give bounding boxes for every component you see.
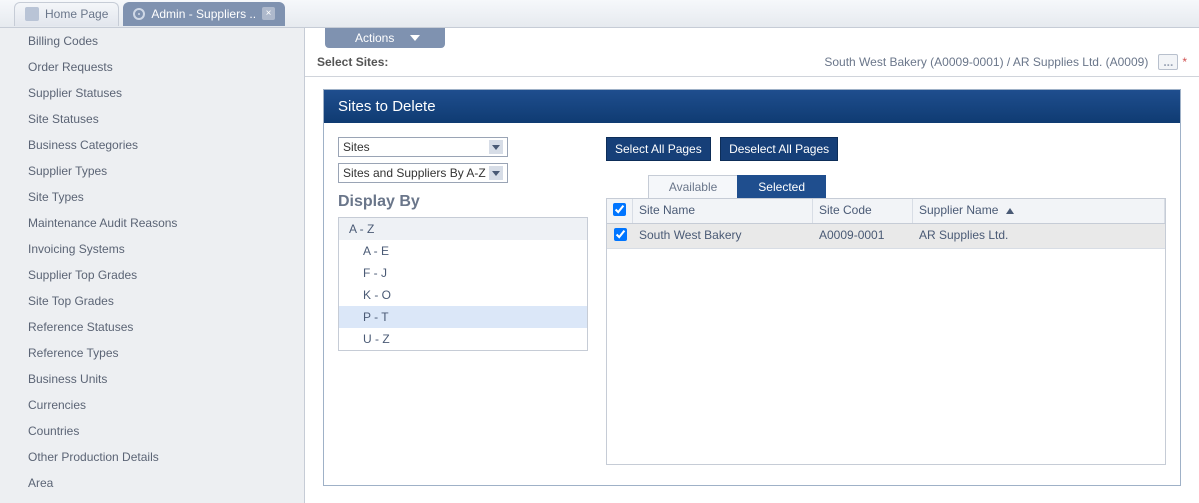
col-supplier-name-label: Supplier Name bbox=[919, 203, 998, 217]
header-checkbox-cell[interactable] bbox=[607, 199, 633, 223]
select-all-checkbox[interactable] bbox=[613, 203, 626, 216]
sidebar-item-billing-codes[interactable]: Billing Codes bbox=[0, 28, 304, 54]
sidebar-item-maintenance-audit-reasons[interactable]: Maintenance Audit Reasons bbox=[0, 210, 304, 236]
select-all-pages-button[interactable]: Select All Pages bbox=[606, 137, 711, 161]
grid-tabs: Available Selected bbox=[606, 175, 1166, 199]
sites-grid: Site Name Site Code Supplier Name bbox=[606, 199, 1166, 465]
col-supplier-name[interactable]: Supplier Name bbox=[913, 199, 1165, 223]
sidebar: Billing Codes Order Requests Supplier St… bbox=[0, 28, 305, 503]
sidebar-item-currencies[interactable]: Currencies bbox=[0, 392, 304, 418]
sidebar-item-invoicing-systems[interactable]: Invoicing Systems bbox=[0, 236, 304, 262]
panel-title: Sites to Delete bbox=[324, 90, 1180, 123]
required-indicator: * bbox=[1182, 55, 1187, 69]
sidebar-item-reference-types[interactable]: Reference Types bbox=[0, 340, 304, 366]
tab-admin-label: Admin - Suppliers .. bbox=[151, 7, 256, 21]
tab-selected[interactable]: Selected bbox=[737, 175, 826, 198]
grid-header-row: Site Name Site Code Supplier Name bbox=[607, 199, 1165, 224]
az-item-ko[interactable]: K - O bbox=[339, 284, 587, 306]
browse-button[interactable]: ... bbox=[1158, 54, 1178, 70]
sidebar-item-area[interactable]: Area bbox=[0, 470, 304, 496]
filter-type-dropdown[interactable]: Sites bbox=[338, 137, 508, 157]
tab-strip: Home Page Admin - Suppliers .. × bbox=[0, 0, 1199, 28]
sidebar-item-order-requests[interactable]: Order Requests bbox=[0, 54, 304, 80]
sidebar-item-site-top-grades[interactable]: Site Top Grades bbox=[0, 288, 304, 314]
gear-icon bbox=[133, 8, 145, 20]
sort-order-dropdown[interactable]: Sites and Suppliers By A-Z bbox=[338, 163, 508, 183]
cell-supplier-name: AR Supplies Ltd. bbox=[913, 224, 1165, 248]
sites-to-delete-panel: Sites to Delete Sites Sites and Supplier… bbox=[323, 89, 1181, 486]
cube-icon bbox=[25, 7, 39, 21]
az-filter-list: A - Z A - E F - J K - O P - T U - Z bbox=[338, 217, 588, 351]
sidebar-item-reference-statuses[interactable]: Reference Statuses bbox=[0, 314, 304, 340]
sidebar-item-site-types[interactable]: Site Types bbox=[0, 184, 304, 210]
content-area: Actions Select Sites: South West Bakery … bbox=[305, 28, 1199, 503]
deselect-all-pages-button[interactable]: Deselect All Pages bbox=[720, 137, 838, 161]
row-checkbox[interactable] bbox=[614, 228, 627, 241]
col-site-code[interactable]: Site Code bbox=[813, 199, 913, 223]
select-sites-row: Select Sites: South West Bakery (A0009-0… bbox=[305, 48, 1199, 77]
chevron-down-icon bbox=[410, 35, 420, 41]
sort-order-value: Sites and Suppliers By A-Z bbox=[343, 166, 486, 180]
sidebar-item-other-production-details[interactable]: Other Production Details bbox=[0, 444, 304, 470]
sidebar-item-business-units[interactable]: Business Units bbox=[0, 366, 304, 392]
tab-home-label: Home Page bbox=[45, 7, 108, 21]
tab-admin-suppliers[interactable]: Admin - Suppliers .. × bbox=[123, 2, 285, 26]
sidebar-item-site-statuses[interactable]: Site Statuses bbox=[0, 106, 304, 132]
chevron-down-icon bbox=[489, 140, 503, 154]
close-icon[interactable]: × bbox=[262, 7, 275, 20]
filter-type-value: Sites bbox=[343, 140, 370, 154]
sort-asc-icon bbox=[1006, 208, 1014, 214]
sidebar-item-supplier-top-grades[interactable]: Supplier Top Grades bbox=[0, 262, 304, 288]
sidebar-item-business-categories[interactable]: Business Categories bbox=[0, 132, 304, 158]
tab-available[interactable]: Available bbox=[648, 175, 738, 198]
sidebar-item-delete-supplier[interactable]: Delete Supplier bbox=[0, 496, 304, 503]
display-by-heading: Display By bbox=[338, 193, 588, 211]
actions-menu[interactable]: Actions bbox=[325, 28, 445, 48]
select-sites-label: Select Sites: bbox=[317, 55, 388, 69]
sidebar-item-supplier-types[interactable]: Supplier Types bbox=[0, 158, 304, 184]
actions-label: Actions bbox=[355, 31, 394, 45]
table-row[interactable]: South West Bakery A0009-0001 AR Supplies… bbox=[607, 224, 1165, 249]
tab-home[interactable]: Home Page bbox=[14, 2, 119, 26]
az-item-all[interactable]: A - Z bbox=[339, 218, 587, 240]
cell-site-code: A0009-0001 bbox=[813, 224, 913, 248]
grid-body: South West Bakery A0009-0001 AR Supplies… bbox=[607, 224, 1165, 464]
az-item-ae[interactable]: A - E bbox=[339, 240, 587, 262]
sidebar-item-countries[interactable]: Countries bbox=[0, 418, 304, 444]
cell-site-name: South West Bakery bbox=[633, 224, 813, 248]
az-item-fj[interactable]: F - J bbox=[339, 262, 587, 284]
sidebar-item-supplier-statuses[interactable]: Supplier Statuses bbox=[0, 80, 304, 106]
az-item-pt[interactable]: P - T bbox=[339, 306, 587, 328]
col-site-name[interactable]: Site Name bbox=[633, 199, 813, 223]
chevron-down-icon bbox=[489, 166, 503, 180]
az-item-uz[interactable]: U - Z bbox=[339, 328, 587, 350]
select-sites-value: South West Bakery (A0009-0001) / AR Supp… bbox=[824, 55, 1148, 69]
